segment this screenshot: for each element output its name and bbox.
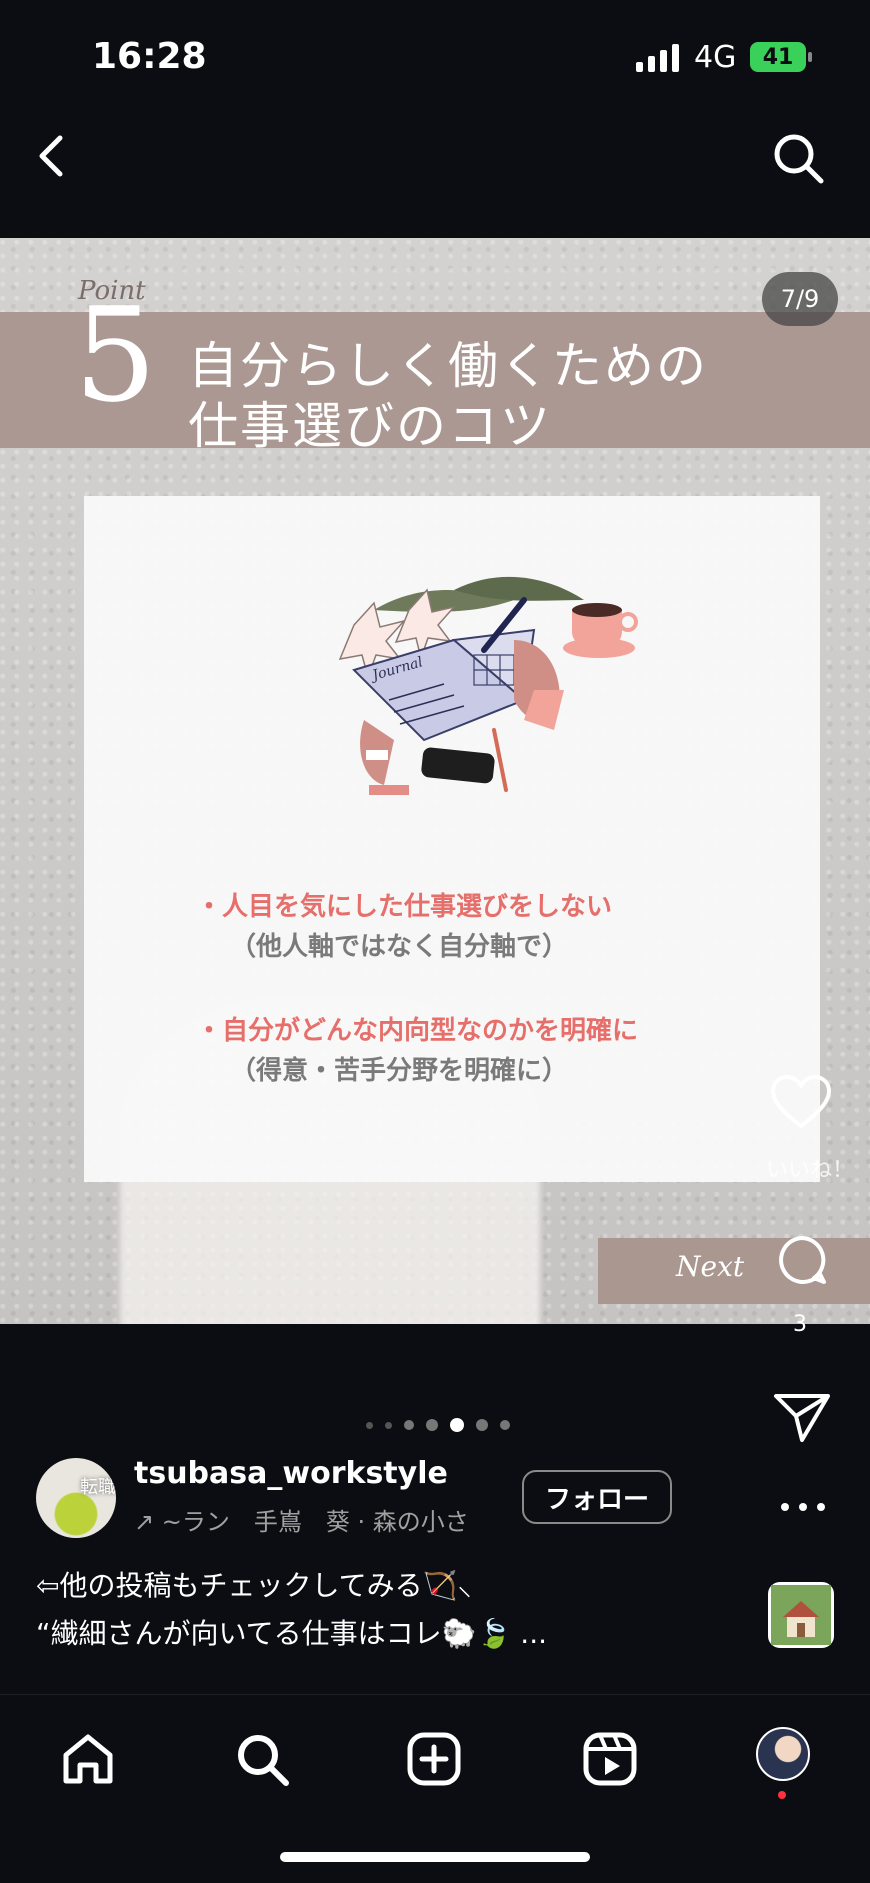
next-label: Next bbox=[676, 1250, 745, 1283]
carousel-dots bbox=[366, 1418, 510, 1432]
caption-line2[interactable]: “繊細さんが向いてる仕事はコレ🐑🍃 ... bbox=[36, 1612, 547, 1652]
carousel-dot bbox=[385, 1421, 392, 1429]
reels-icon[interactable] bbox=[580, 1729, 640, 1789]
tip-1-main: ・人目を気にした仕事選びをしない bbox=[196, 892, 613, 922]
carousel-dot bbox=[404, 1420, 414, 1430]
tip-1-sub: （他人軸ではなく自分軸で） bbox=[230, 932, 569, 962]
cottage-icon bbox=[771, 1585, 831, 1645]
profile-avatar[interactable] bbox=[756, 1727, 810, 1781]
home-icon[interactable] bbox=[58, 1729, 118, 1789]
like-count: いいね！ bbox=[766, 1158, 855, 1183]
comment-icon[interactable] bbox=[776, 1234, 828, 1286]
page-counter: 7/9 bbox=[762, 272, 838, 326]
post-image[interactable]: Point 5 自分らしく働くための 仕事選びのコツ 7/9 Journal ・… bbox=[0, 238, 870, 1324]
search-icon[interactable] bbox=[232, 1729, 292, 1789]
network-type: 4G bbox=[694, 40, 737, 75]
follow-button[interactable]: フォロー bbox=[522, 1470, 672, 1524]
carousel-dot bbox=[500, 1420, 510, 1430]
audio-track[interactable]: ↗ ~ラン 手嶌 葵 · 森の小さ bbox=[134, 1502, 494, 1537]
carousel-dot bbox=[366, 1421, 373, 1429]
heart-icon[interactable] bbox=[770, 1074, 832, 1130]
home-indicator bbox=[280, 1852, 590, 1862]
post-title-line2: 仕事選びのコツ bbox=[188, 397, 552, 455]
carousel-dot bbox=[426, 1419, 438, 1431]
tip-2-main: ・自分がどんな内向型なのかを明確に bbox=[196, 1016, 639, 1046]
point-number: 5 bbox=[74, 279, 157, 431]
create-icon[interactable] bbox=[404, 1729, 464, 1789]
carousel-dot-active bbox=[450, 1418, 464, 1432]
avatar-text: 転職 bbox=[80, 1477, 116, 1498]
battery-icon: 41 bbox=[750, 42, 812, 72]
content-card: Journal ・人目を気にした仕事選びをしない （他人軸ではなく自分軸で） ・… bbox=[84, 496, 820, 1182]
avatar[interactable]: 転職 bbox=[36, 1458, 116, 1538]
signal-icon bbox=[636, 44, 679, 72]
share-icon[interactable] bbox=[772, 1392, 832, 1444]
search-icon[interactable] bbox=[770, 130, 826, 186]
status-time: 16:28 bbox=[92, 36, 207, 77]
audio-thumbnail[interactable] bbox=[768, 1582, 834, 1648]
tip-2-sub: （得意・苦手分野を明確に） bbox=[230, 1056, 569, 1086]
notification-dot bbox=[778, 1791, 786, 1799]
caption-line1[interactable]: ⇦他の投稿もチェックしてみる🏹⸜ bbox=[36, 1564, 472, 1604]
comment-count: 3 bbox=[793, 1312, 807, 1337]
username[interactable]: tsubasa_workstyle bbox=[134, 1456, 448, 1491]
carousel-dot bbox=[476, 1419, 488, 1431]
more-options-icon[interactable] bbox=[778, 1500, 828, 1514]
battery-level: 41 bbox=[762, 44, 794, 70]
back-button[interactable] bbox=[30, 130, 74, 182]
journal-illustration: Journal bbox=[338, 576, 638, 795]
